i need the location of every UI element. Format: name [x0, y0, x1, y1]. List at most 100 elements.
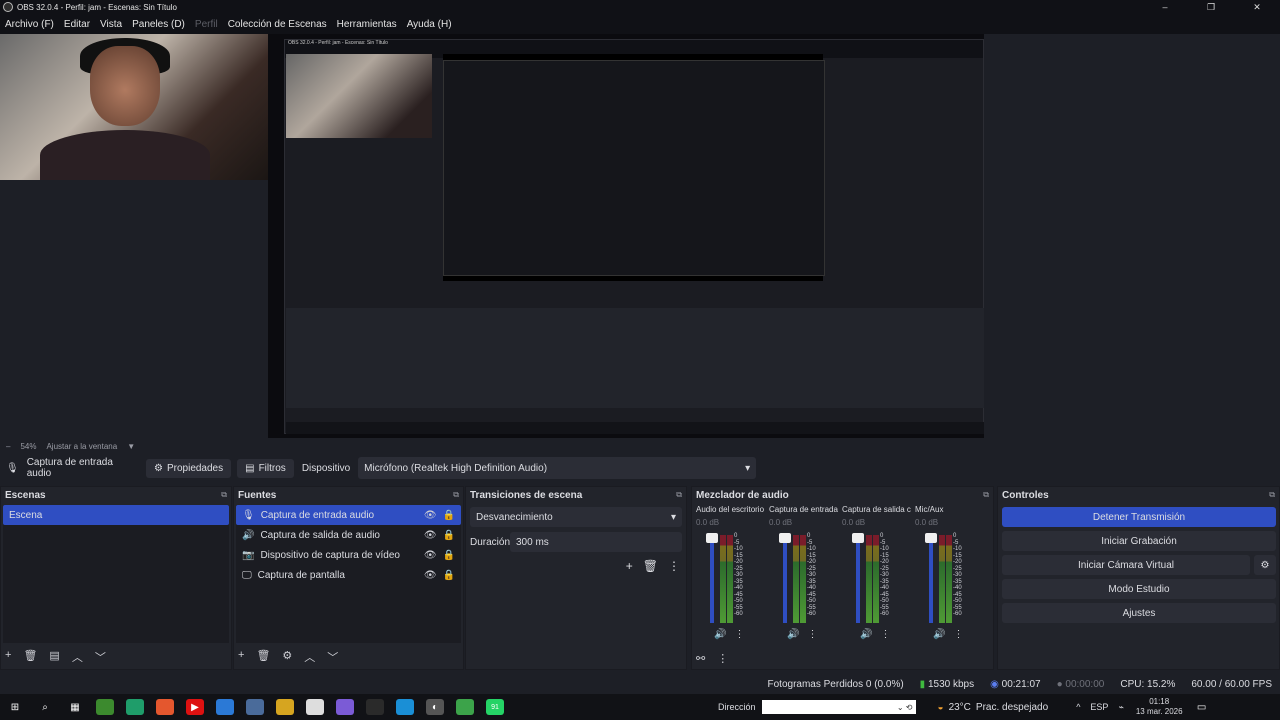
eye-icon[interactable]: 👁	[424, 530, 437, 541]
volume-slider[interactable]	[783, 535, 787, 623]
lock-icon[interactable]: 🔒	[443, 570, 455, 581]
eye-icon[interactable]: 👁	[424, 570, 437, 581]
volume-slider[interactable]	[856, 535, 860, 623]
address-input[interactable]: ⌄ ⟲	[761, 700, 916, 714]
volume-knob[interactable]	[779, 533, 791, 543]
network-icon[interactable]: ⌁	[1118, 702, 1123, 713]
screen-capture-nested-obs[interactable]: OBS 32.0.4 - Perfil: jam - Escenas: Sin …	[284, 39, 984, 434]
minecraft-launcher-icon[interactable]	[456, 699, 474, 715]
move-down-icon[interactable]: ﹀	[95, 649, 106, 665]
undock-icon[interactable]: ⧉	[221, 490, 227, 500]
volume-slider[interactable]	[710, 535, 714, 623]
lock-icon[interactable]: 🔒	[443, 510, 455, 521]
speaker-icon[interactable]: 🔊	[860, 629, 872, 640]
undock-icon[interactable]: ⧉	[983, 490, 989, 500]
drive-icon[interactable]	[276, 699, 294, 715]
menu-view[interactable]: Vista	[95, 19, 127, 30]
settings-button[interactable]: Ajustes	[1002, 603, 1276, 623]
gear-icon[interactable]: ⚙	[282, 649, 292, 665]
edge-icon[interactable]	[126, 699, 144, 715]
add-icon[interactable]: +	[5, 649, 11, 665]
source-item[interactable]: 🔊 Captura de salida de audio 👁 🔒	[236, 525, 461, 545]
minimize-button[interactable]: –	[1142, 2, 1188, 13]
source-item[interactable]: 🖵 Captura de pantalla 👁 🔒	[236, 565, 461, 585]
menu-docks[interactable]: Paneles (D)	[127, 19, 190, 30]
search-icon[interactable]: ⌕	[36, 699, 54, 715]
trash-icon[interactable]: 🗑	[256, 649, 270, 665]
link-icon[interactable]: ⚯	[696, 652, 705, 665]
language[interactable]: ESP	[1090, 702, 1108, 712]
start-recording-button[interactable]: Iniciar Grabación	[1002, 531, 1276, 551]
transition-select[interactable]: Desvanecimiento ▾	[470, 507, 682, 527]
lock-icon[interactable]: 🔒	[443, 530, 455, 541]
undock-icon[interactable]: ⧉	[453, 490, 459, 500]
volume-knob[interactable]	[925, 533, 937, 543]
pc-icon[interactable]	[216, 699, 234, 715]
task-view-icon[interactable]: ▦	[66, 699, 84, 715]
store-icon[interactable]	[396, 699, 414, 715]
add-icon[interactable]: +	[626, 559, 633, 573]
more-icon[interactable]: ⋮	[668, 559, 680, 573]
source-item[interactable]: 🎙 Captura de entrada audio 👁 🔒	[236, 505, 461, 525]
menu-file[interactable]: Archivo (F)	[0, 19, 59, 30]
lock-icon[interactable]: 🔒	[443, 550, 455, 561]
more-icon[interactable]: ⋮	[807, 629, 817, 640]
globe-icon[interactable]	[246, 699, 264, 715]
volume-knob[interactable]	[706, 533, 718, 543]
volume-knob[interactable]	[852, 533, 864, 543]
fit-window-label[interactable]: Ajustar a la ventana	[46, 442, 117, 451]
more-icon[interactable]: ⋮	[717, 652, 728, 665]
undock-icon[interactable]: ⧉	[676, 490, 682, 500]
device-select[interactable]: Micrófono (Realtek High Definition Audio…	[358, 457, 757, 479]
zoom-out-button[interactable]: –	[6, 442, 10, 451]
filters-button[interactable]: ▤ Filtros	[237, 458, 294, 478]
obs-taskbar-icon[interactable]: ◐	[426, 699, 444, 715]
scene-item[interactable]: Escena	[3, 505, 229, 525]
brave-icon[interactable]	[156, 699, 174, 715]
stop-stream-button[interactable]: Detener Transmisión	[1002, 507, 1276, 527]
clock[interactable]: 01:18 13 mar. 2026	[1136, 697, 1183, 717]
eye-icon[interactable]: 👁	[424, 510, 437, 521]
source-item[interactable]: 📷 Dispositivo de captura de vídeo 👁 🔒	[236, 545, 461, 565]
studio-mode-button[interactable]: Modo Estudio	[1002, 579, 1276, 599]
notification-icon[interactable]: ▭	[1193, 699, 1211, 715]
move-up-icon[interactable]: ︿	[304, 649, 315, 665]
close-button[interactable]: ✕	[1234, 2, 1280, 13]
virtual-cam-settings-button[interactable]: ⚙	[1254, 555, 1276, 575]
webcam-feed[interactable]	[0, 34, 268, 180]
menu-tools[interactable]: Herramientas	[332, 19, 402, 30]
speaker-icon[interactable]: 🔊	[714, 629, 726, 640]
menu-help[interactable]: Ayuda (H)	[402, 19, 457, 30]
eye-icon[interactable]: 👁	[424, 550, 437, 561]
maximize-button[interactable]: ❐	[1188, 2, 1234, 13]
move-up-icon[interactable]: ︿	[72, 649, 83, 665]
more-icon[interactable]: ⋮	[953, 629, 963, 640]
properties-button[interactable]: ⚙ Propiedades	[146, 458, 232, 478]
capcut-icon[interactable]	[366, 699, 384, 715]
preview-area[interactable]: OBS 32.0.4 - Perfil: jam - Escenas: Sin …	[0, 34, 1280, 438]
gamepad-icon[interactable]	[336, 699, 354, 715]
chevron-up-icon[interactable]: ^	[1076, 702, 1080, 712]
move-down-icon[interactable]: ﹀	[327, 649, 338, 665]
youtube-icon[interactable]: ▶	[186, 699, 204, 715]
chevron-down-icon[interactable]: ▼	[127, 442, 135, 451]
weather-widget[interactable]: ◒ 23°C Prac. despejado	[938, 702, 1049, 713]
menu-scene-collection[interactable]: Colección de Escenas	[223, 19, 332, 30]
minecraft-icon[interactable]	[96, 699, 114, 715]
add-icon[interactable]: +	[238, 649, 244, 665]
whatsapp-icon[interactable]: 91	[486, 699, 504, 715]
speaker-icon[interactable]: 🔊	[787, 629, 799, 640]
trash-icon[interactable]: 🗑	[643, 559, 658, 573]
start-virtual-cam-button[interactable]: Iniciar Cámara Virtual	[1002, 555, 1250, 575]
windows-start-icon[interactable]: ⊞	[6, 699, 24, 715]
volume-slider[interactable]	[929, 535, 933, 623]
more-icon[interactable]: ⋮	[880, 629, 890, 640]
more-icon[interactable]: ⋮	[734, 629, 744, 640]
menu-edit[interactable]: Editar	[59, 19, 95, 30]
file-icon[interactable]	[306, 699, 324, 715]
undock-icon[interactable]: ⧉	[1269, 490, 1275, 500]
trash-icon[interactable]: 🗑	[23, 649, 37, 665]
speaker-icon[interactable]: 🔊	[933, 629, 945, 640]
filter-icon[interactable]: ▤	[49, 649, 59, 665]
duration-input[interactable]: 300 ms	[510, 532, 682, 552]
